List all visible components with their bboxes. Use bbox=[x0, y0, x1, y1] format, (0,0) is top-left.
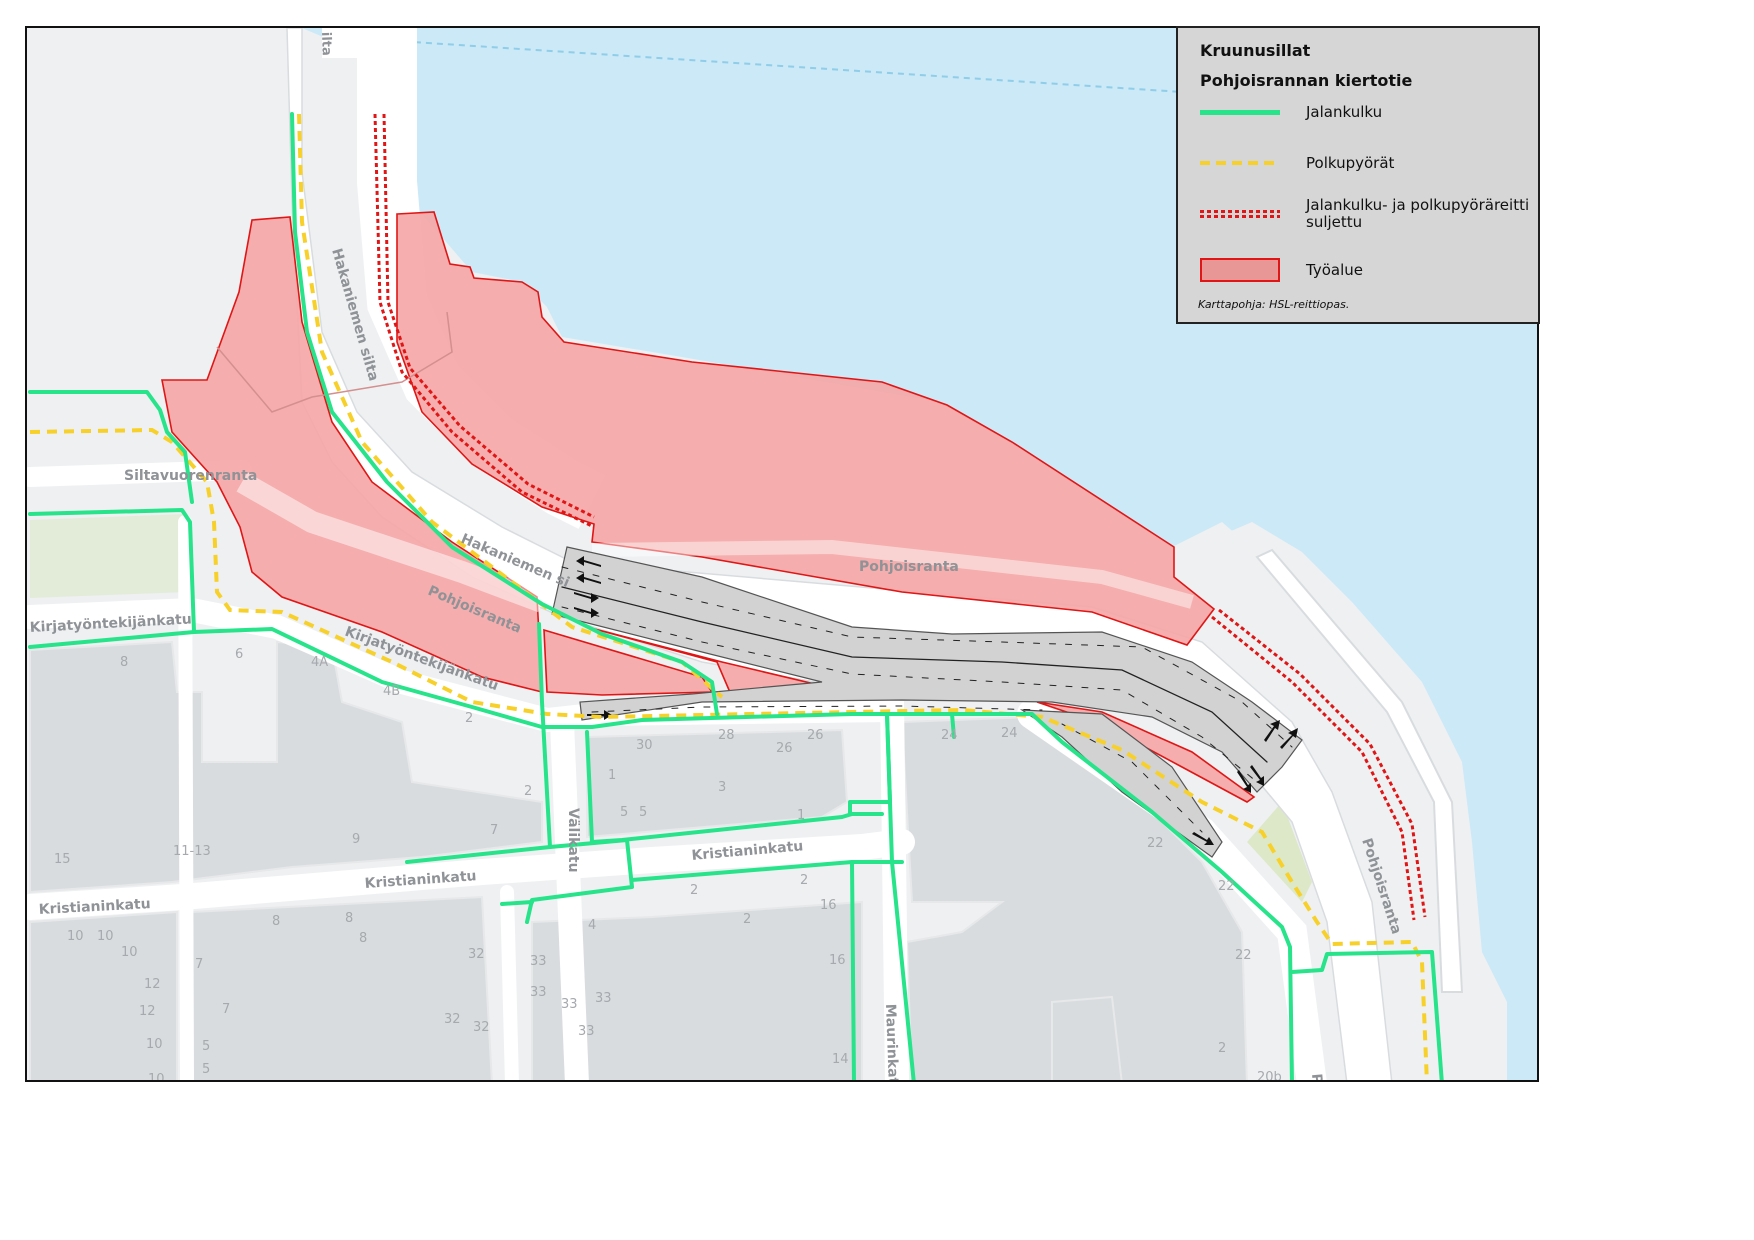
house-number: 32 bbox=[468, 947, 485, 962]
house-number: 5 bbox=[202, 1039, 210, 1054]
park-area bbox=[30, 514, 187, 598]
house-number: 33 bbox=[530, 985, 547, 1000]
house-number: 28 bbox=[718, 728, 735, 743]
legend-title: Kruunusillat bbox=[1200, 41, 1311, 60]
house-number: 32 bbox=[473, 1020, 490, 1035]
house-number: 14 bbox=[832, 1052, 849, 1067]
house-number: 5 bbox=[639, 805, 647, 820]
house-number: 24 bbox=[1001, 726, 1018, 741]
house-number: 20b bbox=[1257, 1070, 1282, 1082]
house-number: 33 bbox=[578, 1024, 595, 1039]
legend-item-closed-route: Jalankulku- ja polkupyöräreitti suljettu bbox=[1200, 194, 1538, 234]
legend-subtitle: Pohjoisrannan kiertotie bbox=[1200, 71, 1413, 90]
house-number: 16 bbox=[829, 953, 846, 968]
house-number: 32 bbox=[444, 1012, 461, 1027]
house-number: 22 bbox=[1147, 836, 1164, 851]
work-area-swatch-icon bbox=[1200, 258, 1280, 282]
pedestrian-swatch-icon bbox=[1200, 100, 1280, 124]
house-number: 33 bbox=[561, 997, 578, 1012]
house-number: 10 bbox=[146, 1037, 163, 1052]
house-number: 22 bbox=[1235, 948, 1252, 963]
house-number: 8 bbox=[359, 931, 367, 946]
house-number: 4 bbox=[588, 918, 596, 933]
house-number: 10 bbox=[148, 1072, 165, 1082]
legend-label: Työalue bbox=[1306, 260, 1363, 279]
house-number: 9 bbox=[352, 832, 360, 847]
map-credit: Karttapohja: HSL-reittiopas. bbox=[1198, 298, 1350, 311]
house-number: 5 bbox=[202, 1062, 210, 1077]
legend-label: Jalankulku bbox=[1306, 102, 1383, 121]
house-number: 8 bbox=[120, 655, 128, 670]
street-label-maurinkatu: Maurinkatu bbox=[882, 1004, 901, 1082]
street-label-pohjoisranta-4: P bbox=[1308, 1073, 1325, 1082]
house-number: 2 bbox=[524, 784, 532, 799]
house-number: 3 bbox=[718, 780, 726, 795]
legend-item-work-area: Työalue bbox=[1200, 250, 1538, 290]
house-number: 15 bbox=[54, 852, 71, 867]
house-number: 5 bbox=[620, 805, 628, 820]
house-number: 2 bbox=[800, 873, 808, 888]
house-number: 7 bbox=[490, 823, 498, 838]
house-number: 11-13 bbox=[173, 844, 211, 859]
legend-item-pedestrian: Jalankulku bbox=[1200, 92, 1538, 132]
house-number: 16 bbox=[820, 898, 837, 913]
house-number: 26 bbox=[776, 741, 793, 756]
house-number: 4A bbox=[311, 655, 328, 670]
house-number: 12 bbox=[139, 1004, 156, 1019]
house-number: 10 bbox=[67, 929, 84, 944]
house-number: 8 bbox=[272, 914, 280, 929]
legend-item-cycling: Polkupyörät bbox=[1200, 143, 1538, 183]
house-number: 6 bbox=[235, 647, 243, 662]
legend-label: Polkupyörät bbox=[1306, 153, 1395, 172]
house-number: 8 bbox=[345, 911, 353, 926]
map-legend: Kruunusillat Pohjoisrannan kiertotie Jal… bbox=[1176, 26, 1540, 324]
house-number: 24 bbox=[941, 728, 958, 743]
house-number: 10 bbox=[97, 929, 114, 944]
house-number: 10 bbox=[121, 945, 138, 960]
house-number: 1 bbox=[608, 768, 616, 783]
legend-label: Jalankulku- ja polkupyöräreitti suljettu bbox=[1306, 196, 1530, 231]
cycling-swatch-icon bbox=[1200, 151, 1280, 175]
street-label-valikatu: Välikatu bbox=[565, 808, 581, 873]
house-number: 7 bbox=[222, 1002, 230, 1017]
street-label-siltavuorenranta: Siltavuorenranta bbox=[124, 468, 257, 484]
house-number: 2 bbox=[1218, 1041, 1226, 1056]
house-number: 7 bbox=[195, 957, 203, 972]
house-number: 1 bbox=[797, 808, 805, 823]
house-number: 30 bbox=[636, 738, 653, 753]
house-number: 2 bbox=[690, 883, 698, 898]
house-number: 2 bbox=[743, 912, 751, 927]
street-label-hakaniemen-silta-top: ilta bbox=[318, 32, 334, 56]
closed-route-swatch-icon bbox=[1200, 202, 1280, 226]
house-number: 12 bbox=[144, 977, 161, 992]
house-number: 26 bbox=[807, 728, 824, 743]
house-number: 33 bbox=[595, 991, 612, 1006]
house-number: 22 bbox=[1218, 879, 1235, 894]
house-number: 33 bbox=[530, 954, 547, 969]
street-label-pohjoisranta-2: Pohjoisranta bbox=[859, 559, 959, 575]
house-number: 2 bbox=[465, 711, 473, 726]
house-number: 4B bbox=[383, 684, 400, 699]
